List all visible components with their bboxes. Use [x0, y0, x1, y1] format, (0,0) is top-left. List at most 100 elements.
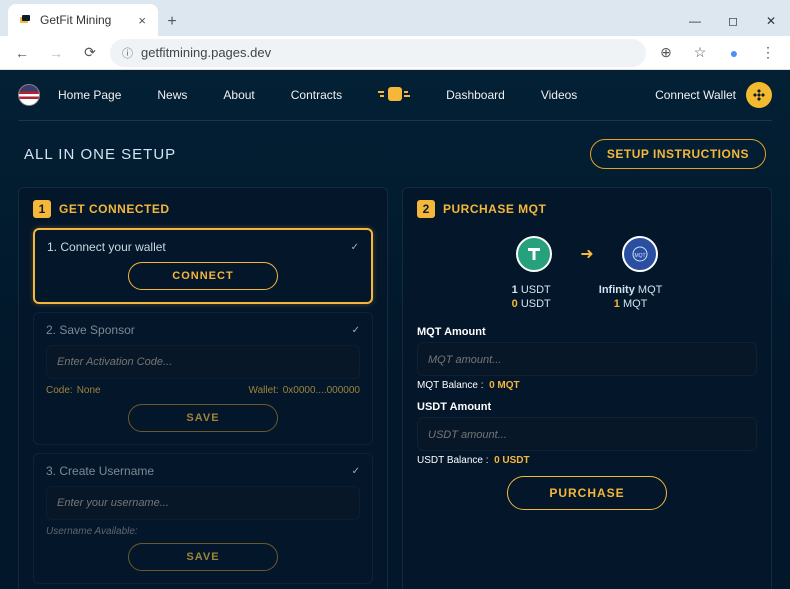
setup-header: ALL IN ONE SETUP SETUP INSTRUCTIONS: [0, 121, 790, 187]
step-header: 1. Connect your wallet ✓: [47, 240, 359, 254]
mqt-rate-col: Infinity MQT 1 MQT: [599, 282, 663, 312]
username-available-note: Username Available:: [46, 526, 360, 537]
favicon-icon: [18, 13, 32, 27]
card-title: PURCHASE MQT: [443, 202, 546, 216]
browser-tab[interactable]: GetFit Mining ×: [8, 4, 158, 36]
step-connect-wallet: 1. Connect your wallet ✓ CONNECT: [33, 228, 373, 304]
connect-button[interactable]: CONNECT: [128, 262, 278, 290]
step-header: 2. Save Sponsor ✓: [46, 323, 360, 337]
new-tab-button[interactable]: +: [158, 8, 186, 36]
token-swap: ➜ MQT: [417, 236, 757, 272]
usdt-balance-line: USDT Balance : 0 USDT: [417, 455, 757, 466]
check-icon: ✓: [352, 466, 360, 477]
maximize-button[interactable]: ◻: [714, 6, 752, 36]
step-header: 3. Create Username ✓: [46, 464, 360, 478]
browser-chrome: GetFit Mining × + — ◻ ✕ ← → ⟳ ⓘ getfitmi…: [0, 0, 790, 70]
setup-instructions-button[interactable]: SETUP INSTRUCTIONS: [590, 139, 766, 169]
mqt-balance-label: MQT Balance :: [417, 380, 484, 391]
step-number: 2: [417, 200, 435, 218]
mqt-balance-value: 0 MQT: [489, 380, 520, 391]
save-sponsor-button[interactable]: SAVE: [128, 404, 278, 432]
nav-about[interactable]: About: [205, 88, 272, 102]
tab-bar: GetFit Mining × + — ◻ ✕: [0, 0, 790, 36]
save-username-button[interactable]: SAVE: [128, 543, 278, 571]
username-wrap: [46, 486, 360, 520]
svg-text:MQT: MQT: [634, 253, 645, 259]
top-navigation: Home Page News About Contracts Dashboard…: [0, 70, 790, 120]
username-input[interactable]: [57, 493, 349, 513]
check-icon: ✓: [352, 325, 360, 336]
usdt-0-amount: 0: [512, 298, 518, 310]
code-label: Code:: [46, 385, 73, 396]
swap-arrow-icon: ➜: [580, 244, 593, 264]
nav-contracts[interactable]: Contracts: [273, 88, 360, 102]
url-text: getfitmining.pages.dev: [141, 45, 271, 60]
back-button[interactable]: ←: [8, 39, 36, 67]
step-save-sponsor: 2. Save Sponsor ✓ Code: None Wallet: 0x0…: [33, 312, 373, 445]
mqt-inf-sym: MQT: [638, 284, 662, 296]
menu-icon[interactable]: ⋮: [754, 39, 782, 67]
mqt-amount-label: MQT Amount: [417, 326, 757, 338]
card-get-connected: 1 GET CONNECTED 1. Connect your wallet ✓…: [18, 187, 388, 589]
usdt-1-amount: 1: [512, 284, 518, 296]
nav-videos[interactable]: Videos: [523, 88, 595, 102]
card-purchase-mqt: 2 PURCHASE MQT ➜ MQT 1 USDT 0 USDT Infin: [402, 187, 772, 589]
step-label: Save Sponsor: [59, 323, 134, 337]
brand-logo-icon[interactable]: [374, 81, 414, 109]
mqt-1-sym: MQT: [623, 298, 647, 310]
usdt-balance-label: USDT Balance :: [417, 455, 489, 466]
usdt-rate-col: 1 USDT 0 USDT: [512, 282, 551, 312]
zoom-icon[interactable]: ⊕: [652, 39, 680, 67]
code-wallet-row: Code: None Wallet: 0x0000....000000: [46, 385, 360, 396]
wallet-label: Wallet:: [249, 385, 279, 396]
step-num: 3.: [46, 464, 56, 478]
tab-title: GetFit Mining: [40, 13, 111, 27]
wallet-value: 0x0000....000000: [283, 385, 360, 396]
mqt-amount-input[interactable]: [428, 354, 746, 366]
flag-icon[interactable]: [18, 84, 40, 106]
step-num: 2.: [46, 323, 56, 337]
usdt-balance-value: 0 USDT: [494, 455, 530, 466]
nav-home[interactable]: Home Page: [40, 88, 139, 102]
check-icon: ✓: [351, 242, 359, 253]
step-num: 1.: [47, 240, 57, 254]
card-header: 1 GET CONNECTED: [33, 200, 373, 218]
site-info-icon[interactable]: ⓘ: [122, 45, 133, 61]
token-rates: 1 USDT 0 USDT Infinity MQT 1 MQT: [417, 282, 757, 312]
window-controls: — ◻ ✕: [676, 6, 790, 36]
reload-button[interactable]: ⟳: [76, 39, 104, 67]
usdt-amount-input[interactable]: [428, 429, 746, 441]
mqt-balance-line: MQT Balance : 0 MQT: [417, 380, 757, 391]
activation-code-input[interactable]: [57, 352, 349, 372]
forward-button[interactable]: →: [42, 39, 70, 67]
page-content: Home Page News About Contracts Dashboard…: [0, 70, 790, 589]
usdt-0-sym: USDT: [521, 298, 551, 310]
usdt-token-icon: [516, 236, 552, 272]
profile-icon[interactable]: ●: [720, 39, 748, 67]
mqt-token-icon: MQT: [622, 236, 658, 272]
mqt-inf-amount: Infinity: [599, 284, 635, 296]
cards-row-1: 1 GET CONNECTED 1. Connect your wallet ✓…: [0, 187, 790, 589]
url-input[interactable]: ⓘ getfitmining.pages.dev: [110, 39, 646, 67]
card-header: 2 PURCHASE MQT: [417, 200, 757, 218]
step-label: Create Username: [59, 464, 154, 478]
card-title: GET CONNECTED: [59, 202, 170, 216]
nav-dashboard[interactable]: Dashboard: [428, 88, 523, 102]
connect-wallet-link[interactable]: Connect Wallet: [655, 88, 736, 102]
tab-close-icon[interactable]: ×: [138, 13, 146, 28]
purchase-button[interactable]: PURCHASE: [507, 476, 667, 510]
step-number: 1: [33, 200, 51, 218]
mqt-amount-wrap: [417, 342, 757, 376]
minimize-button[interactable]: —: [676, 6, 714, 36]
bnb-icon[interactable]: [746, 82, 772, 108]
address-bar: ← → ⟳ ⓘ getfitmining.pages.dev ⊕ ☆ ● ⋮: [0, 36, 790, 70]
usdt-amount-wrap: [417, 417, 757, 451]
activation-code-wrap: [46, 345, 360, 379]
usdt-amount-label: USDT Amount: [417, 401, 757, 413]
nav-news[interactable]: News: [139, 88, 205, 102]
setup-title: ALL IN ONE SETUP: [24, 146, 176, 163]
bookmark-icon[interactable]: ☆: [686, 39, 714, 67]
mqt-1-amount: 1: [614, 298, 620, 310]
step-create-username: 3. Create Username ✓ Username Available:…: [33, 453, 373, 584]
close-button[interactable]: ✕: [752, 6, 790, 36]
